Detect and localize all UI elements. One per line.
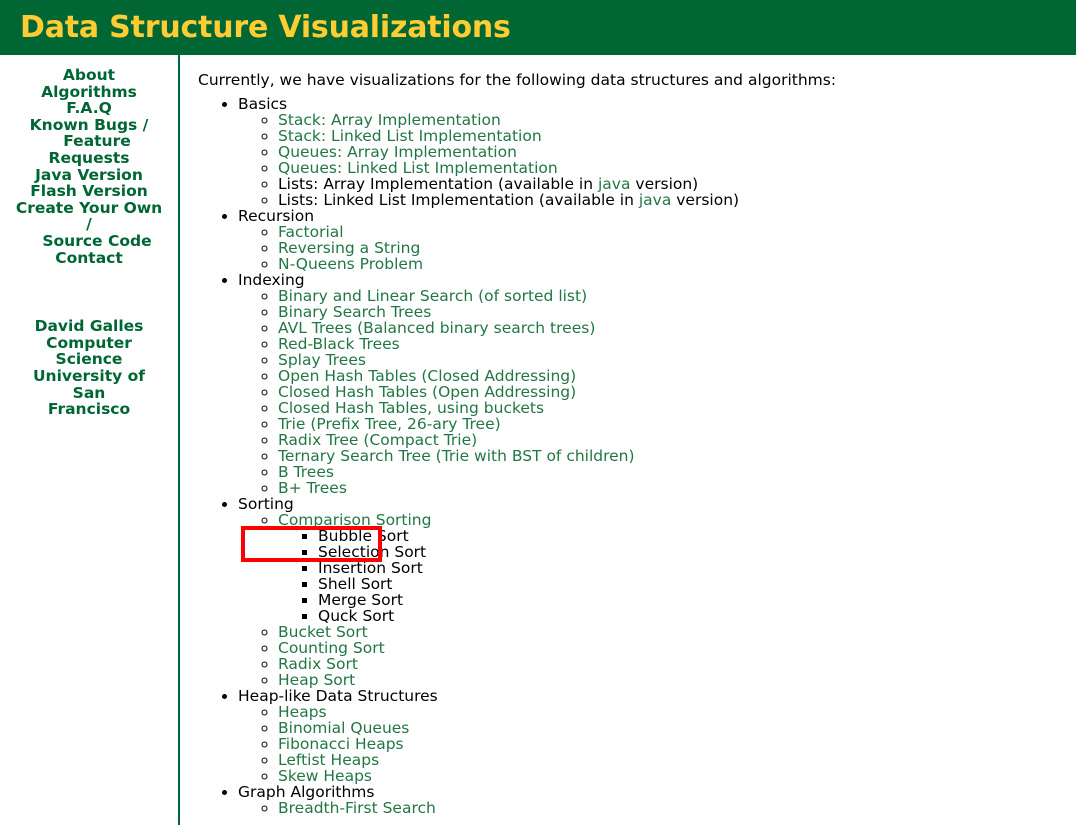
sidebar-item-create-your-own[interactable]: Create Your Own bbox=[14, 198, 164, 217]
author-university-line1: University of San bbox=[32, 366, 146, 402]
list-item: Stack: Array Implementation bbox=[278, 112, 1076, 128]
section-sorting: SortingComparison SortingBubble SortSele… bbox=[238, 496, 1076, 688]
sidebar-item-label: Requests bbox=[48, 148, 130, 167]
author-name: David Galles bbox=[34, 317, 144, 336]
item-text-prefix: Lists: Linked List Implementation (avail… bbox=[278, 191, 639, 209]
sidebar-item-label: Source Code bbox=[42, 231, 152, 250]
list-item: Reversing a String bbox=[278, 240, 1076, 256]
sidebar-item-label: Algorithms bbox=[41, 82, 137, 101]
section-heap-like-data-structures: Heap-like Data StructuresHeapsBinomial Q… bbox=[238, 688, 1076, 784]
list-item: AVL Trees (Balanced binary search trees) bbox=[278, 320, 1076, 336]
intro-text: Currently, we have visualizations for th… bbox=[198, 71, 837, 89]
list-item: Leftist Heaps bbox=[278, 752, 1076, 768]
list-item: Radix Tree (Compact Trie) bbox=[278, 432, 1076, 448]
section-items: Breadth-First Search bbox=[238, 800, 1076, 816]
section-graph-algorithms: Graph AlgorithmsBreadth-First Search bbox=[238, 784, 1076, 816]
list-item: Queues: Linked List Implementation bbox=[278, 160, 1076, 176]
section-items: Binary and Linear Search (of sorted list… bbox=[238, 288, 1076, 496]
list-item: Binary and Linear Search (of sorted list… bbox=[278, 288, 1076, 304]
sidebar-nav-list: About Algorithms F.A.Q Known Bugs / Feature R… bbox=[14, 67, 164, 266]
sidebar-item-f-a-q[interactable]: F.A.Q bbox=[14, 100, 164, 117]
sidebar-item-label: / bbox=[86, 215, 92, 234]
list-item: Radix Sort bbox=[278, 656, 1076, 672]
sidebar-item-[interactable]: / bbox=[14, 216, 164, 233]
list-item: Binomial Queues bbox=[278, 720, 1076, 736]
list-item: Splay Trees bbox=[278, 352, 1076, 368]
list-item: Skew Heaps bbox=[278, 768, 1076, 784]
section-items: FactorialReversing a StringN-Queens Prob… bbox=[238, 224, 1076, 272]
sidebar-item-label: Feature bbox=[63, 132, 131, 151]
list-item: Heap Sort bbox=[278, 672, 1076, 688]
list-item: Lists: Array Implementation (available i… bbox=[278, 176, 1076, 192]
list-item: Counting Sort bbox=[278, 640, 1076, 656]
sidebar-item-label: Flash Version bbox=[30, 182, 148, 201]
sidebar-item-flash-version[interactable]: Flash Version bbox=[14, 183, 164, 200]
item-text-suffix: version) bbox=[671, 191, 740, 209]
list-item: Insertion Sort bbox=[318, 560, 1076, 576]
sidebar-item-label: About bbox=[62, 66, 116, 84]
list-item: Comparison SortingBubble SortSelection S… bbox=[278, 512, 1076, 624]
header-banner: Data Structure Visualizations bbox=[0, 0, 1076, 55]
list-item: Shell Sort bbox=[318, 576, 1076, 592]
section-items: HeapsBinomial QueuesFibonacci HeapsLefti… bbox=[238, 704, 1076, 784]
list-item: Factorial bbox=[278, 224, 1076, 240]
list-item: Closed Hash Tables (Open Addressing) bbox=[278, 384, 1076, 400]
author-department: Computer Science bbox=[46, 333, 132, 369]
list-item: Queues: Array Implementation bbox=[278, 144, 1076, 160]
sidebar-item-algorithms[interactable]: Algorithms bbox=[14, 82, 164, 101]
section-items: Comparison SortingBubble SortSelection S… bbox=[238, 512, 1076, 688]
sidebar-item-java-version[interactable]: Java Version bbox=[14, 165, 164, 184]
list-item: Stack: Linked List Implementation bbox=[278, 128, 1076, 144]
list-item: Heaps bbox=[278, 704, 1076, 720]
list-item: Open Hash Tables (Closed Addressing) bbox=[278, 368, 1076, 384]
list-item: Closed Hash Tables, using buckets bbox=[278, 400, 1076, 416]
list-item: Red-Black Trees bbox=[278, 336, 1076, 352]
list-item: Quck Sort bbox=[318, 608, 1076, 624]
sidebar-item-source-code[interactable]: Source Code bbox=[14, 233, 164, 250]
list-item: B Trees bbox=[278, 464, 1076, 480]
author-block: David Galles Computer Science University… bbox=[14, 318, 164, 418]
section-basics: BasicsStack: Array ImplementationStack: … bbox=[238, 96, 1076, 208]
sidebar-item-about[interactable]: About bbox=[14, 67, 164, 84]
list-item: Selection Sort bbox=[318, 544, 1076, 560]
sublist: Bubble SortSelection SortInsertion SortS… bbox=[278, 528, 1076, 624]
list-item: Binary Search Trees bbox=[278, 304, 1076, 320]
author-university-line2: Francisco bbox=[47, 400, 131, 419]
list-item: N-Queens Problem bbox=[278, 256, 1076, 272]
link-java[interactable]: java bbox=[639, 191, 671, 209]
sidebar-item-label: Java Version bbox=[35, 165, 143, 184]
list-item: Ternary Search Tree (Trie with BST of ch… bbox=[278, 448, 1076, 464]
list-item: Bubble Sort bbox=[318, 528, 1076, 544]
list-item: B+ Trees bbox=[278, 480, 1076, 496]
list-item: Bucket Sort bbox=[278, 624, 1076, 640]
content-area: Currently, we have visualizations for th… bbox=[180, 55, 1076, 825]
sidebar-item-known-bugs[interactable]: Known Bugs / bbox=[14, 115, 164, 134]
sidebar-item-label: Create Your Own bbox=[15, 198, 163, 217]
sidebar: About Algorithms F.A.Q Known Bugs / Feature R… bbox=[0, 55, 180, 825]
list-item: Breadth-First Search bbox=[278, 800, 1076, 816]
visualization-list: BasicsStack: Array ImplementationStack: … bbox=[198, 96, 1076, 816]
list-item: Merge Sort bbox=[318, 592, 1076, 608]
link-breadth-first-search[interactable]: Breadth-First Search bbox=[278, 799, 436, 817]
section-items: Stack: Array ImplementationStack: Linked… bbox=[238, 112, 1076, 208]
section-indexing: IndexingBinary and Linear Search (of sor… bbox=[238, 272, 1076, 496]
sidebar-item-label: Known Bugs / bbox=[29, 115, 149, 134]
sidebar-item-feature[interactable]: Feature bbox=[14, 133, 164, 150]
list-item: Fibonacci Heaps bbox=[278, 736, 1076, 752]
page-title: Data Structure Visualizations bbox=[20, 9, 511, 45]
section-recursion: RecursionFactorialReversing a StringN-Qu… bbox=[238, 208, 1076, 272]
sidebar-item-requests[interactable]: Requests bbox=[14, 150, 164, 167]
sidebar-item-contact[interactable]: Contact bbox=[14, 248, 164, 267]
list-item: Trie (Prefix Tree, 26-ary Tree) bbox=[278, 416, 1076, 432]
sidebar-item-label: F.A.Q bbox=[66, 99, 112, 118]
page-body: About Algorithms F.A.Q Known Bugs / Feature R… bbox=[0, 55, 1076, 825]
sidebar-item-label: Contact bbox=[55, 248, 123, 267]
list-item: Lists: Linked List Implementation (avail… bbox=[278, 192, 1076, 208]
